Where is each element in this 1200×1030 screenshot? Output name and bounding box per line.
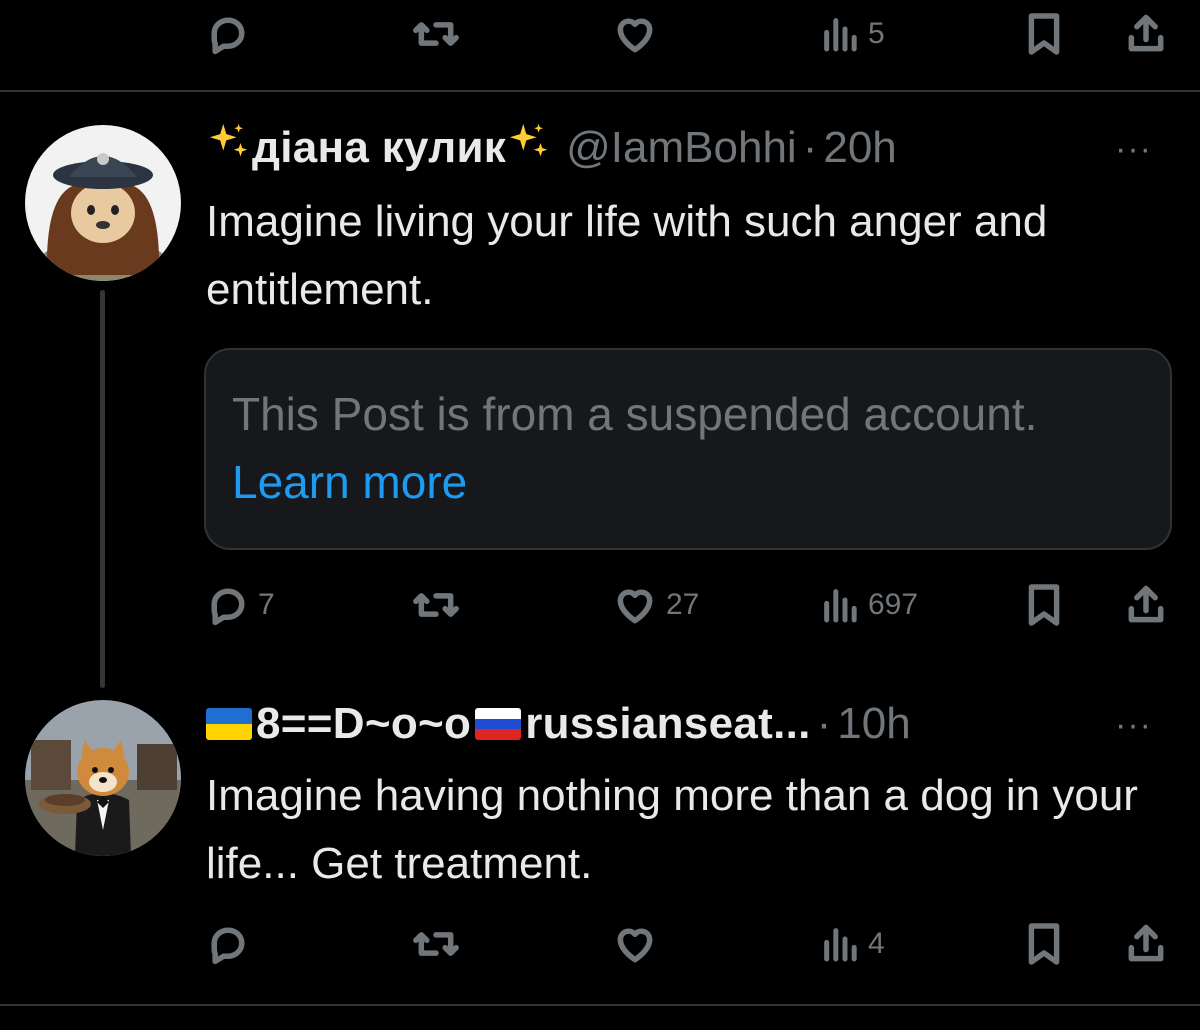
post-header: діана кулик @IamBohhi · 20h [206,118,897,178]
share-icon [1128,585,1164,623]
like-button[interactable] [612,4,658,64]
view-count: 697 [868,588,919,621]
repost-icon [413,932,459,956]
share-button[interactable] [1124,4,1168,64]
reply-button[interactable]: 7 [206,575,275,635]
bookmark-icon [1028,13,1060,55]
bookmark-button[interactable] [1026,575,1062,635]
display-name[interactable]: 8==D~o~o [256,699,471,749]
russia-flag-icon [475,708,522,740]
repost-icon [413,22,459,46]
handle[interactable]: @IamBohhi [566,123,797,173]
separator: · [816,699,832,748]
avatar-image [25,700,181,856]
avatar-image [25,125,181,281]
reply-icon [211,927,245,965]
bookmark-button[interactable] [1026,914,1062,974]
reply-count: 7 [258,588,275,621]
share-button[interactable] [1124,914,1168,974]
sparkles-icon [506,120,552,177]
like-count: 27 [666,588,700,621]
bookmark-button[interactable] [1026,4,1062,64]
separator: · [802,123,818,172]
suspended-notice: This Post is from a suspended account. [232,388,1038,440]
reply-icon [211,17,245,55]
avatar[interactable] [25,700,181,856]
like-button[interactable] [612,914,658,974]
display-name[interactable]: діана кулик [252,123,506,173]
post-text: Imagine having nothing more than a dog i… [206,771,1138,888]
views-button[interactable]: 4 [820,914,885,974]
share-button[interactable] [1124,575,1168,635]
reply-icon [211,588,245,626]
views-button[interactable]: 5 [820,4,885,64]
avatar[interactable] [25,125,181,281]
heart-icon [617,18,653,53]
bookmark-icon [1028,923,1060,965]
ukraine-flag-icon [206,708,252,740]
quote-text: This Post is from a suspended account. L… [232,380,1132,516]
share-icon [1128,924,1164,962]
view-count: 5 [868,17,885,50]
divider [0,1004,1200,1006]
repost-button[interactable] [412,4,460,64]
timestamp[interactable]: 20h [823,123,896,173]
analytics-icon [824,928,857,962]
analytics-icon [824,589,857,623]
learn-more-link[interactable]: Learn more [232,456,467,508]
repost-icon [413,593,459,617]
share-icon [1128,14,1164,52]
repost-button[interactable] [412,914,460,974]
top-action-bar: 5 [0,4,1200,64]
view-count: 4 [868,927,885,960]
like-button[interactable]: 27 [612,575,699,635]
heart-icon [617,928,653,963]
sparkles-icon [206,120,252,177]
reply-button[interactable] [206,914,250,974]
post-action-bar: 7 27 697 [0,575,1200,635]
heart-icon [617,589,653,624]
more-options-button[interactable]: ··· [1115,706,1152,745]
views-button[interactable]: 697 [820,575,918,635]
repost-button[interactable] [412,575,460,635]
reply-button[interactable] [206,4,250,64]
analytics-icon [824,18,857,52]
post-text: Imagine living your life with such anger… [206,197,1048,314]
post-header: 8==D~o~o russianseat... · 10h [206,694,911,754]
quoted-post[interactable]: This Post is from a suspended account. L… [204,348,1172,550]
bookmark-icon [1028,584,1060,626]
display-name-suffix[interactable]: russianseat... [525,699,810,749]
post-action-bar: 4 [0,914,1200,974]
divider [0,90,1200,92]
timestamp[interactable]: 10h [837,699,910,749]
more-options-button[interactable]: ··· [1115,130,1152,169]
